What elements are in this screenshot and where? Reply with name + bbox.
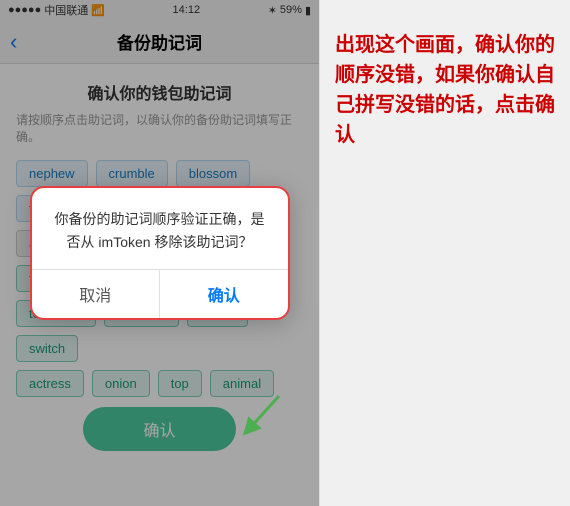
dialog-body: 你备份的助记词顺序验证正确，是否从 imToken 移除该助记词？ (32, 188, 288, 269)
arrow-indicator (239, 391, 289, 446)
dialog-actions: 取消 确认 (32, 269, 288, 318)
phone-screen: ●●●●● 中国联通 📶 14:12 ✶ 59% ▮ ‹ 备份助记词 确认你的钱… (0, 0, 320, 506)
dialog-confirm-button[interactable]: 确认 (160, 270, 288, 318)
annotation-panel: 出现这个画面，确认你的顺序没错，如果你确认自己拼写没错的话，点击确认 (320, 0, 570, 506)
dialog: 你备份的助记词顺序验证正确，是否从 imToken 移除该助记词？ 取消 确认 (30, 186, 290, 320)
annotation-text: 出现这个画面，确认你的顺序没错，如果你确认自己拼写没错的话，点击确认 (335, 30, 560, 150)
dialog-overlay: 你备份的助记词顺序验证正确，是否从 imToken 移除该助记词？ 取消 确认 (0, 0, 319, 506)
dialog-cancel-button[interactable]: 取消 (32, 270, 161, 318)
dialog-message: 你备份的助记词顺序验证正确，是否从 imToken 移除该助记词？ (52, 208, 268, 253)
